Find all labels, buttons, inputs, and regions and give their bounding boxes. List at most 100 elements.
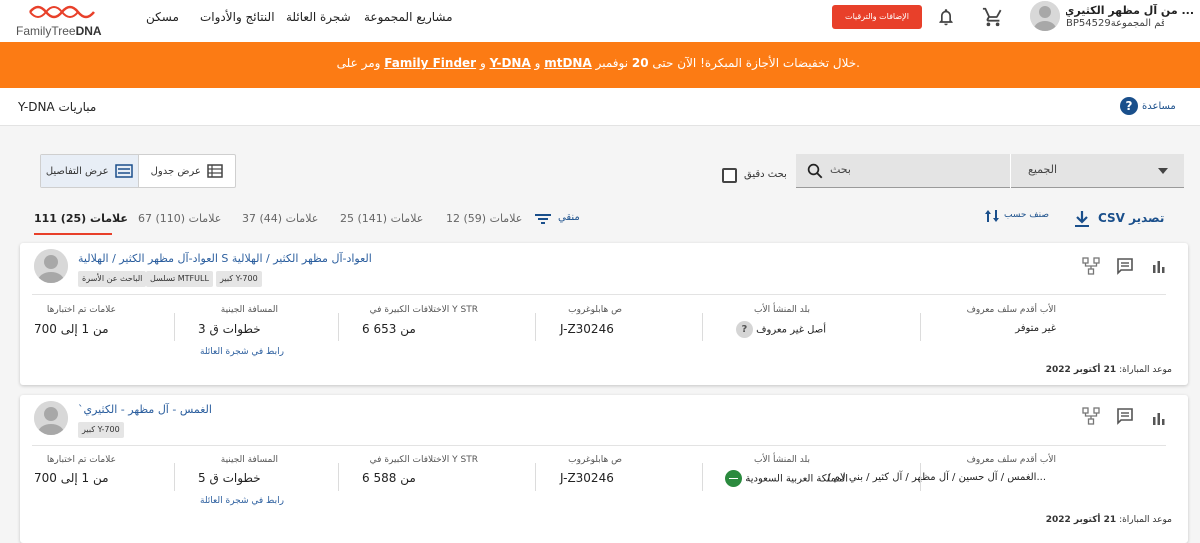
details-view-icon (114, 164, 133, 178)
exact-search-label[interactable]: بحث دقيق (744, 169, 787, 180)
nav-link-home[interactable]: مسكن (146, 10, 179, 24)
filter-button[interactable]: منقي (558, 212, 580, 223)
match-date-label: موعد المباراة: (1119, 365, 1172, 375)
match-date: موعد المباراة: 21 أكتوبر 2022 (1046, 515, 1172, 525)
match-date-value: 21 أكتوبر 2022 (1045, 515, 1117, 525)
promo-joiner: و (534, 56, 541, 70)
promo-banner: .خلال تخفيضات الأجازة المبكرة! الآن حتى … (0, 42, 1200, 88)
genetic-distance-label: المسافة الجينية (220, 455, 278, 465)
family-tree-link[interactable]: رابط في شجرة العائلة (200, 347, 284, 357)
origin-value: أصل غير معروف ? (735, 321, 826, 338)
origin-text: المملكة العربية السعودية (745, 473, 848, 485)
tab-count: (25) (60, 212, 87, 225)
filter-scope-select[interactable]: الجميع (1028, 163, 1057, 176)
card-divider (32, 294, 1166, 295)
str-diff-label: Y STR الاختلافات الكبيرة في (369, 305, 478, 315)
col-divider (920, 313, 921, 341)
search-input[interactable]: بحث (830, 163, 1000, 176)
chevron-down-icon[interactable] (1158, 168, 1168, 174)
help-icon[interactable]: ? (1120, 97, 1138, 115)
details-view-button[interactable]: عرض التفاصيل (41, 155, 139, 187)
col-divider (338, 313, 339, 341)
col-divider (174, 313, 175, 341)
logo-dna: DNA (75, 24, 102, 38)
origin-value: المملكة العربية السعودية (725, 470, 848, 487)
download-icon[interactable] (1074, 210, 1090, 228)
origin-label: بلد المنشأ الأب (754, 305, 810, 315)
user-group-id: BP54529رقم المجموعة (1066, 18, 1164, 29)
badge-y700: Y-700 كبير (78, 422, 124, 438)
details-view-label: عرض التفاصيل (45, 165, 109, 177)
user-avatar[interactable] (1030, 1, 1060, 31)
bar-chart-icon[interactable] (1152, 411, 1166, 425)
match-date-value: 21 أكتوبر 2022 (1045, 365, 1117, 375)
col-divider (535, 463, 536, 491)
match-avatar[interactable] (34, 401, 68, 435)
col-divider (920, 463, 921, 491)
sort-icon[interactable] (984, 208, 1000, 224)
family-tree-link[interactable]: رابط في شجرة العائلة (200, 496, 284, 506)
message-icon[interactable] (1116, 407, 1134, 425)
match-date: موعد المباراة: 21 أكتوبر 2022 (1046, 365, 1172, 375)
markers-tested-label: علامات تم اختبارها (46, 305, 116, 315)
table-view-label: عرض جدول (150, 165, 201, 177)
ancestor-value: غير متوفر (1015, 323, 1056, 334)
tab-count: (44) (259, 212, 283, 225)
tab-12-markers[interactable]: 12 علامات (59) (446, 212, 522, 225)
genetic-distance-value: خطوات ق 3 (198, 322, 261, 336)
haplogroup-value: J-Z30246 (560, 471, 614, 485)
logo-family: Family (16, 24, 52, 38)
logo-icon[interactable] (28, 2, 98, 22)
promo-text: .خلال تخفيضات الأجازة المبكرة! الآن حتى … (336, 56, 860, 70)
table-view-icon (207, 164, 223, 178)
export-csv-button[interactable]: CSV تصدير (1098, 211, 1164, 225)
exact-search-checkbox[interactable] (722, 168, 737, 183)
tab-67-markers[interactable]: 67 علامات (110) (138, 212, 221, 225)
match-name-link[interactable]: العواد-آل مظهر الكثير / الهلالية S العوا… (78, 252, 372, 265)
haplogroup-label: ص هابلوغروب (568, 455, 622, 465)
cart-icon[interactable] (982, 6, 1004, 28)
tab-111-markers[interactable]: 111 علامات (25) (34, 212, 128, 225)
family-tree-icon[interactable] (1082, 407, 1100, 425)
message-icon[interactable] (1116, 257, 1134, 275)
str-diff-value: من 588 6 (362, 471, 416, 485)
logo-wordmark[interactable]: FamilyTreeDNA (16, 24, 102, 38)
tab-count: (141) (357, 212, 388, 225)
ancestor-label: الأب أقدم سلف معروف (966, 305, 1056, 315)
match-avatar[interactable] (34, 249, 68, 283)
badge-y700: Y-700 كبير (216, 271, 262, 287)
col-divider (338, 463, 339, 491)
match-name-link[interactable]: الغمس - آل مظهر - الكثيري` (78, 403, 212, 416)
filter-icon[interactable] (534, 212, 552, 226)
search-icon[interactable] (806, 162, 824, 180)
match-date-label: موعد المباراة: (1119, 515, 1172, 525)
bell-icon[interactable] (936, 7, 956, 27)
sort-button[interactable]: صنف حسب (1004, 210, 1049, 220)
markers-tested-value: من 1 إلى 700 (34, 471, 109, 485)
addons-upgrades-button[interactable]: الإضافات والترقيات (832, 5, 922, 29)
tab-count: (59) (463, 212, 487, 225)
family-tree-icon[interactable] (1082, 257, 1100, 275)
col-divider (174, 463, 175, 491)
col-divider (702, 313, 703, 341)
bar-chart-icon[interactable] (1152, 259, 1166, 273)
match-card: الغمس - آل مظهر - الكثيري` Y-700 كبير ال… (20, 395, 1188, 543)
nav-link-family-tree[interactable]: شجرة العائلة (286, 10, 351, 24)
promo-link-mtdna[interactable]: mtDNA (544, 56, 592, 70)
promo-joiner: و (479, 56, 486, 70)
haplogroup-label: ص هابلوغروب (568, 305, 622, 315)
help-link[interactable]: مساعدة (1142, 101, 1176, 112)
table-view-button[interactable]: عرض جدول (139, 155, 236, 187)
user-name[interactable]: ... من آل مظهر الكثيري (1066, 4, 1194, 17)
promo-month: نوفمبر (595, 56, 629, 70)
tab-25-markers[interactable]: 25 علامات (141) (340, 212, 423, 225)
tab-37-markers[interactable]: 37 علامات (44) (242, 212, 318, 225)
genetic-distance-label: المسافة الجينية (220, 305, 278, 315)
nav-link-group-projects[interactable]: مشاريع المجموعة (364, 10, 453, 24)
origin-label: بلد المنشأ الأب (754, 455, 810, 465)
logo-tree: Tree (51, 24, 76, 38)
str-diff-label: Y STR الاختلافات الكبيرة في (369, 455, 478, 465)
nav-link-results-tools[interactable]: النتائج والأدوات (200, 10, 275, 24)
promo-link-ydna[interactable]: Y-DNA (490, 56, 531, 70)
promo-link-family-finder[interactable]: Family Finder (384, 56, 476, 70)
